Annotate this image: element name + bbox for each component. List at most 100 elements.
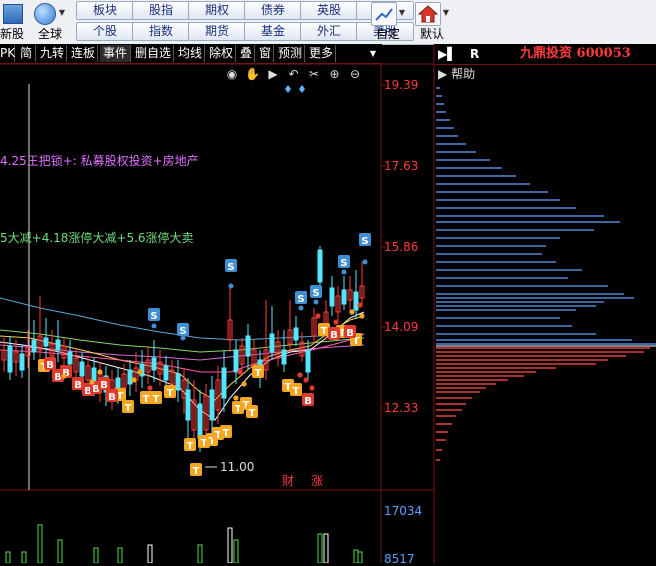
globe-icon: [34, 3, 56, 25]
market-button[interactable]: 英股: [300, 1, 358, 20]
market-button[interactable]: 股指: [132, 1, 190, 20]
tab-item[interactable]: 九转: [38, 45, 67, 62]
price-axis-label: 12.33: [384, 401, 419, 415]
undo-icon[interactable]: ↶: [286, 66, 302, 82]
signal-dot: [237, 369, 243, 375]
global-dropdown-icon[interactable]: ▼: [58, 2, 66, 24]
b-marker: [72, 377, 84, 390]
signal-dot: [303, 377, 309, 383]
candle-body: [203, 395, 209, 431]
signal-dot: [131, 377, 137, 383]
market-button[interactable]: 板块: [76, 1, 134, 20]
volume-bar: [117, 547, 123, 563]
signal-dot: [315, 313, 321, 319]
tab-item[interactable]: 更多: [307, 45, 336, 62]
event-cai-marker[interactable]: 财: [282, 474, 294, 488]
tab-item[interactable]: PK: [0, 45, 15, 62]
signal-dot-blue: [313, 299, 319, 305]
ma-line-mid: [0, 329, 365, 353]
market-button[interactable]: 指数: [132, 22, 190, 41]
signal-dot-blue: [151, 323, 157, 329]
signal-dot: [297, 372, 303, 378]
candle-body: [197, 403, 203, 439]
market-button[interactable]: 债券: [244, 1, 302, 20]
t-marker: [350, 333, 362, 346]
new-stock-button[interactable]: 新股: [0, 0, 28, 44]
s-marker-label: S: [312, 288, 319, 299]
r-button[interactable]: R: [470, 45, 479, 63]
play-icon[interactable]: ▶: [265, 66, 281, 82]
volume-bar: [353, 549, 359, 563]
signal-dot-blue: [298, 305, 304, 311]
tab-item[interactable]: 窗: [257, 45, 274, 62]
eye-icon[interactable]: ◉: [224, 66, 240, 82]
t-marker-label: T: [285, 382, 292, 393]
candle-body: [151, 357, 157, 371]
t-marker: [240, 397, 252, 410]
market-button[interactable]: 期货: [188, 22, 246, 41]
event-zhang-marker[interactable]: 涨: [311, 474, 323, 488]
t-marker: [150, 391, 162, 404]
tab-item[interactable]: 连板: [69, 45, 98, 62]
s-marker-label: S: [150, 311, 157, 322]
b-marker-label: B: [84, 386, 92, 397]
candle-body: [215, 379, 221, 411]
market-button[interactable]: 个股: [76, 22, 134, 41]
candle-body: [115, 377, 121, 393]
candle-body: [97, 371, 103, 389]
help-link[interactable]: ▶ 帮助: [438, 67, 475, 81]
default-dropdown-icon[interactable]: ▼: [442, 2, 450, 24]
candle-body: [191, 399, 197, 431]
global-label: 全球: [38, 27, 63, 41]
candle-body: [109, 379, 115, 397]
candle-body: [133, 367, 139, 381]
candle-body: [185, 389, 191, 421]
market-button[interactable]: 外汇: [300, 22, 358, 41]
signal-dot: [359, 313, 365, 319]
custom-label: 自定: [376, 27, 401, 41]
b-marker-label: B: [54, 372, 62, 383]
tab-item[interactable]: 删自选: [133, 45, 174, 62]
tab-item[interactable]: 叠: [238, 45, 255, 62]
scissors-icon[interactable]: ✂: [306, 66, 322, 82]
pan-icon[interactable]: ✋: [245, 66, 261, 82]
tab-item[interactable]: 除权: [207, 45, 236, 62]
t-marker: [184, 438, 196, 451]
collapse-panel-icon[interactable]: ▶▌: [438, 45, 456, 63]
candle-body: [163, 365, 169, 381]
signal-dot: [357, 302, 363, 308]
candle-body: [85, 365, 91, 381]
candle-body: [245, 335, 251, 357]
t-marker: [232, 401, 244, 414]
home-icon: [415, 2, 441, 26]
market-button[interactable]: 期权: [188, 1, 246, 20]
minus-circle-icon[interactable]: ⊖: [347, 66, 363, 82]
kline-chart[interactable]: SSSSSSSTTTT TTTTT TT TT TTTT TT TTBB BBB B BB BB B: [0, 0, 656, 563]
candle-body: [145, 359, 151, 373]
tab-item[interactable]: 事件: [100, 45, 131, 62]
tab-more-dropdown[interactable]: ▼: [366, 45, 380, 62]
t-marker-label: T: [215, 430, 222, 441]
custom-button[interactable]: ▼ 自定: [370, 0, 410, 44]
event-annotation-2[interactable]: 5大减+4.18涨停大减+5.6涨停大卖: [0, 231, 194, 245]
tab-item[interactable]: 预测: [276, 45, 305, 62]
custom-dropdown-icon[interactable]: ▼: [398, 2, 406, 24]
candle-body: [61, 345, 67, 359]
t-marker: [164, 385, 176, 398]
signal-dot: [241, 381, 247, 387]
default-button[interactable]: ▼ 默认: [414, 0, 454, 44]
volume-axis-label: 8517: [384, 552, 415, 566]
stock-code: 600053: [576, 46, 631, 61]
event-annotation-1[interactable]: 4.25王把锁+: 私募股权投资+房地产: [0, 154, 199, 168]
candle-body: [103, 375, 109, 393]
plus-circle-icon[interactable]: ⊕: [327, 66, 343, 82]
global-button[interactable]: ▼ 全球: [30, 0, 70, 44]
t-marker-label: T: [193, 466, 200, 477]
tab-item[interactable]: 均线: [176, 45, 205, 62]
volume-bar: [5, 551, 11, 563]
low-price-label: 11.00: [220, 460, 255, 474]
tab-item[interactable]: 简: [17, 45, 36, 62]
market-button[interactable]: 基金: [244, 22, 302, 41]
b-marker-label: B: [346, 328, 354, 339]
b-marker-label: B: [100, 380, 108, 391]
